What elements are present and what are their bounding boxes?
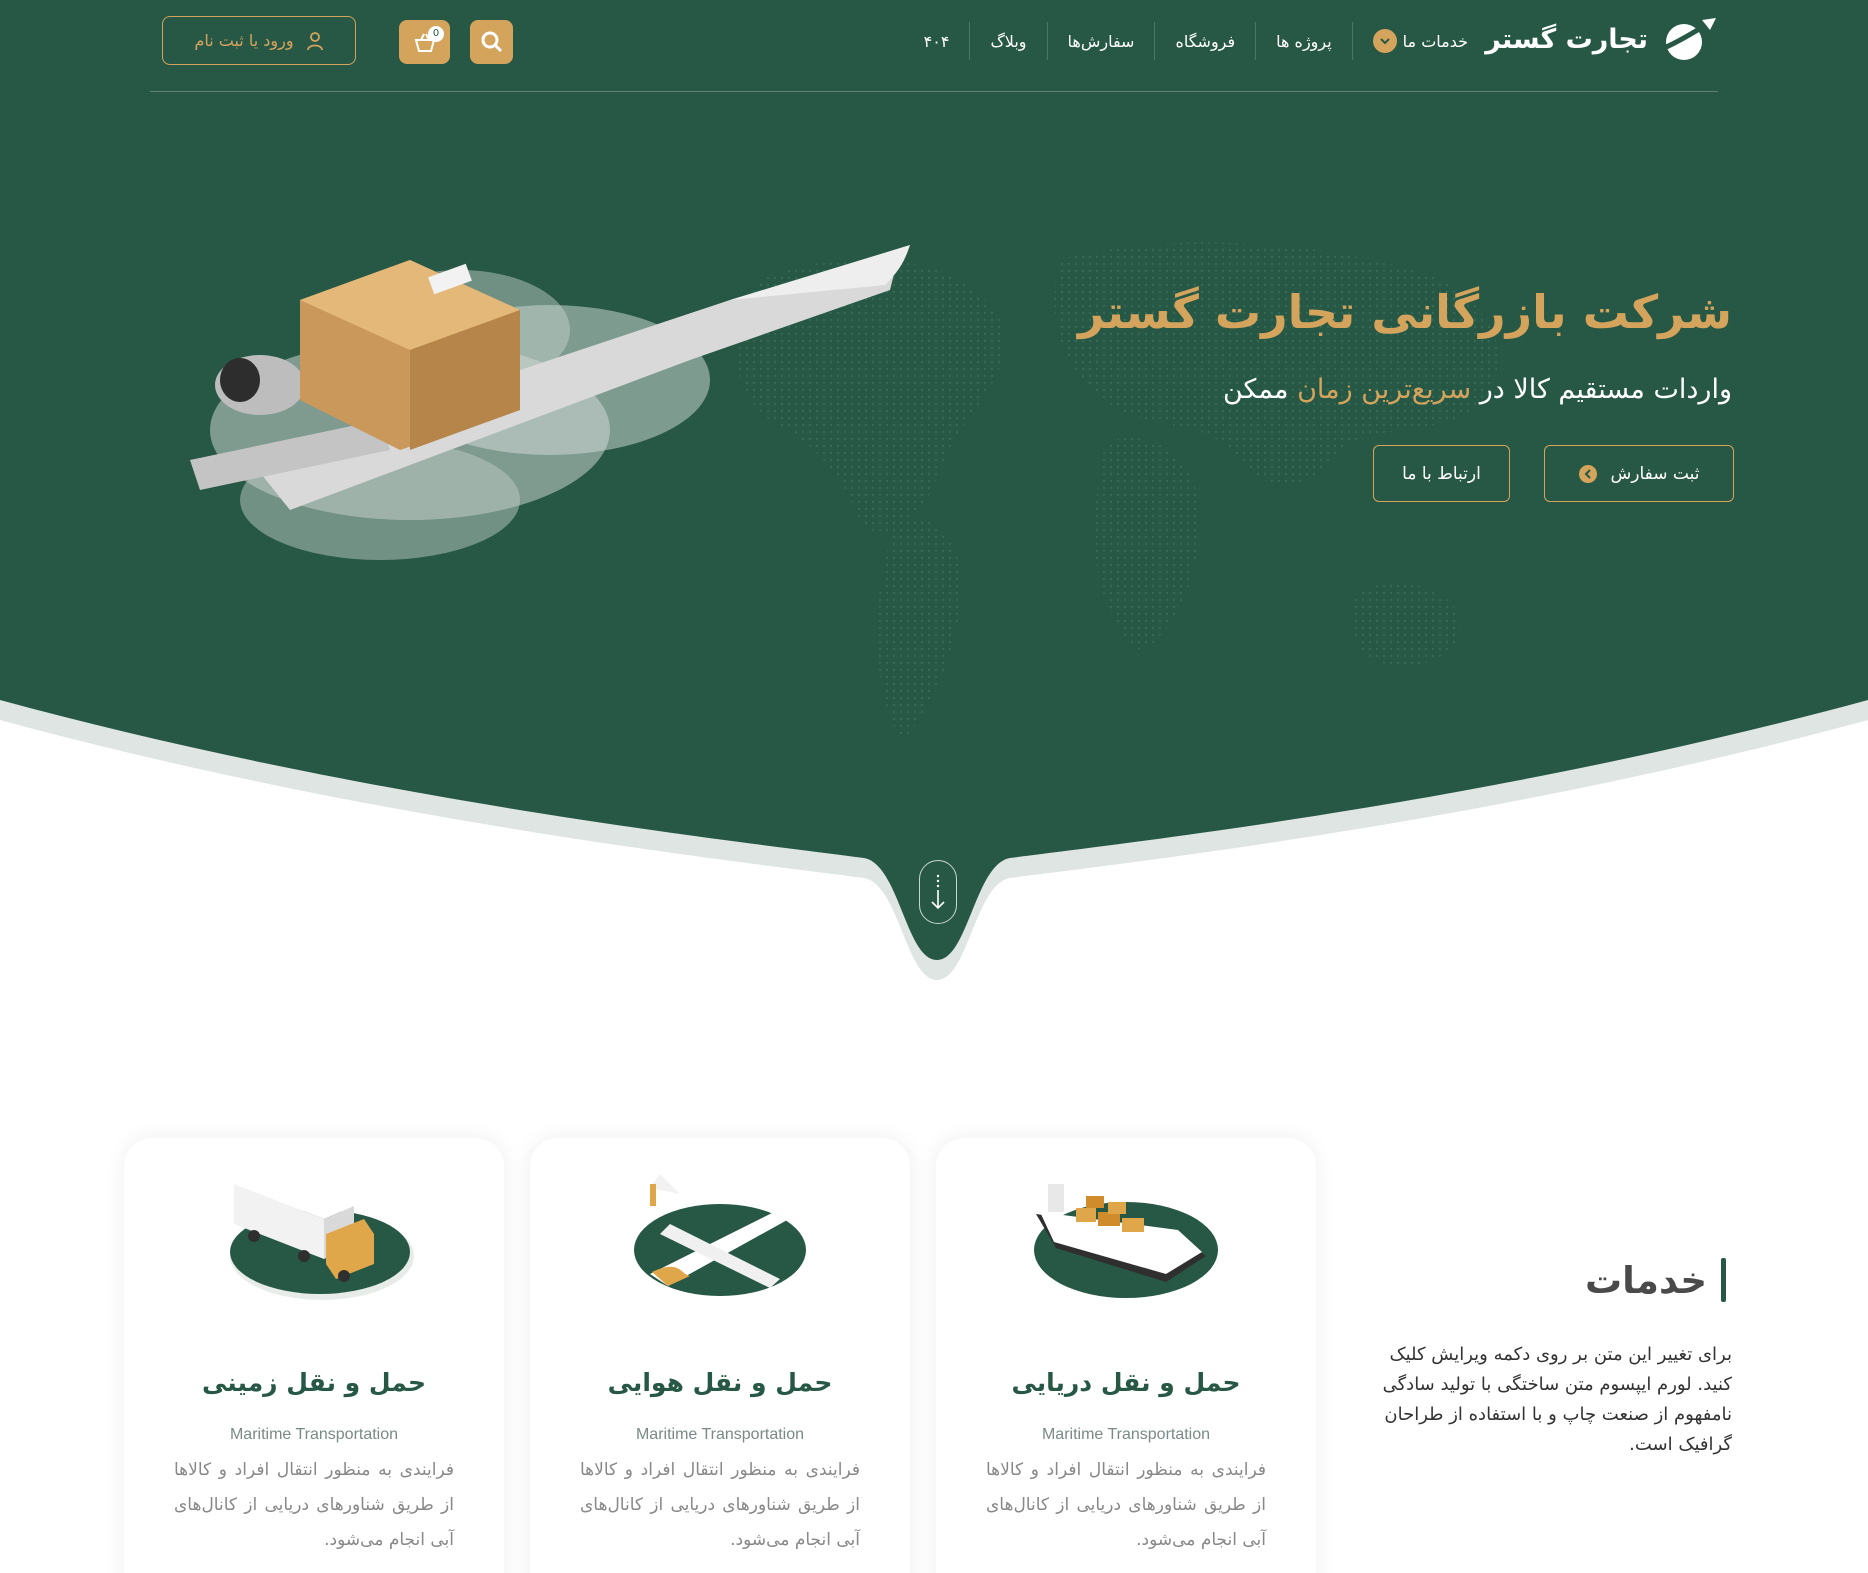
heading-accent-bar bbox=[1721, 1258, 1726, 1302]
search-icon bbox=[481, 31, 502, 53]
place-order-label: ثبت سفارش bbox=[1610, 463, 1700, 484]
hero-subtitle: واردات مستقیم کالا در سریع‌ترین زمان ممک… bbox=[1032, 374, 1732, 405]
scroll-down-indicator[interactable] bbox=[919, 860, 957, 924]
service-card-air[interactable]: حمل و نقل هوایی Maritime Transportation … bbox=[530, 1138, 910, 1573]
site-header: تجارت گستر خدمات ما پروژه ها فروشگاه سفا… bbox=[150, 0, 1718, 92]
nav-item-projects[interactable]: پروژه ها bbox=[1255, 22, 1352, 60]
services-description: برای تغییر این متن بر روی دکمه ویرایش کل… bbox=[1382, 1344, 1732, 1455]
hero-subtitle-highlight: سریع‌ترین زمان bbox=[1297, 374, 1472, 405]
arrow-left-icon bbox=[1578, 464, 1597, 483]
airplane-icon bbox=[634, 1174, 806, 1296]
login-label: ورود یا ثبت نام bbox=[194, 31, 294, 50]
nav-item-orders[interactable]: سفارش‌ها bbox=[1046, 22, 1155, 60]
site-logo[interactable]: تجارت گستر bbox=[1485, 12, 1718, 66]
nav-item-label: وبلاگ bbox=[990, 31, 1027, 51]
nav-item-services[interactable]: خدمات ما bbox=[1351, 22, 1488, 60]
hero-subtitle-suffix: ممکن bbox=[1222, 374, 1289, 405]
services-title: خدمات bbox=[1584, 1258, 1707, 1302]
main-nav: خدمات ما پروژه ها فروشگاه سفارش‌ها وبلاگ… bbox=[904, 22, 1488, 60]
ship-icon bbox=[1034, 1184, 1218, 1298]
nav-item-404[interactable]: ۴۰۴ bbox=[904, 22, 970, 60]
login-register-button[interactable]: ورود یا ثبت نام bbox=[162, 16, 356, 65]
contact-us-button[interactable]: ارتباط با ما bbox=[1373, 445, 1510, 502]
hero-subtitle-prefix: واردات مستقیم کالا در bbox=[1479, 374, 1732, 405]
globe-plane-logo-icon bbox=[1663, 17, 1716, 60]
service-card-maritime[interactable]: حمل و نقل دریایی Maritime Transportation… bbox=[936, 1138, 1316, 1573]
nav-item-label: فروشگاه bbox=[1175, 31, 1236, 51]
card-subtitle: Maritime Transportation bbox=[1041, 1426, 1211, 1443]
services-heading: خدمات bbox=[1585, 1258, 1726, 1302]
card-subtitle: Maritime Transportation bbox=[229, 1426, 399, 1443]
place-order-button[interactable]: ثبت سفارش bbox=[1544, 445, 1734, 502]
nav-item-label: سفارش‌ها bbox=[1067, 31, 1135, 51]
service-card-land[interactable]: حمل و نقل زمینی Maritime Transportation … bbox=[124, 1138, 504, 1573]
nav-item-label: خدمات ما bbox=[1402, 31, 1468, 51]
card-description: فرایندی به منظور انتقال افراد و کالاها ا… bbox=[580, 1460, 860, 1550]
card-title: حمل و نقل هوایی bbox=[607, 1368, 833, 1397]
arrow-down-icon bbox=[931, 874, 945, 910]
cart-button[interactable]: 0 bbox=[399, 20, 450, 64]
nav-item-blog[interactable]: وبلاگ bbox=[969, 22, 1046, 60]
card-title: حمل و نقل دریایی bbox=[1011, 1368, 1241, 1397]
nav-item-label: پروژه ها bbox=[1276, 31, 1332, 51]
chevron-down-icon[interactable] bbox=[1372, 29, 1397, 53]
card-description: فرایندی به منظور انتقال افراد و کالاها ا… bbox=[174, 1460, 454, 1550]
cart-count-badge: 0 bbox=[428, 26, 444, 42]
contact-us-label: ارتباط با ما bbox=[1402, 463, 1481, 484]
hero-title: شرکت بازرگانی تجارت گستر bbox=[1077, 285, 1732, 339]
nav-item-shop[interactable]: فروشگاه bbox=[1154, 22, 1255, 60]
card-description: فرایندی به منظور انتقال افراد و کالاها ا… bbox=[986, 1460, 1266, 1550]
card-subtitle: Maritime Transportation bbox=[635, 1426, 805, 1443]
user-icon bbox=[306, 31, 323, 50]
card-title: حمل و نقل زمینی bbox=[201, 1368, 426, 1397]
truck-icon bbox=[230, 1172, 414, 1300]
nav-item-label: ۴۰۴ bbox=[923, 31, 950, 51]
logo-text: تجارت گستر bbox=[1485, 23, 1648, 55]
cargo-plane-illustration bbox=[190, 245, 910, 560]
search-button[interactable] bbox=[470, 20, 513, 64]
